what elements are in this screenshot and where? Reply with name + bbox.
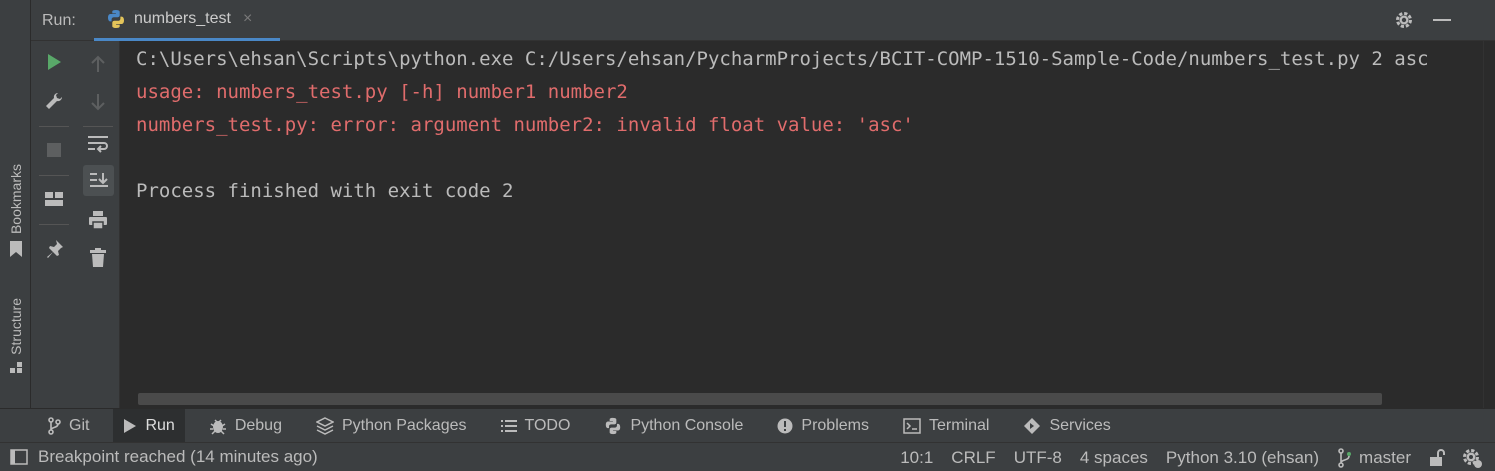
git-branch-icon <box>1338 447 1352 468</box>
layers-icon <box>315 416 334 435</box>
bookmarks-label: Bookmarks <box>7 164 24 235</box>
scroll-up-button[interactable] <box>83 49 113 79</box>
python-file-icon <box>108 10 124 28</box>
alert-icon <box>777 418 793 433</box>
tool-todo[interactable]: TODO <box>491 409 581 443</box>
run-window-title: Run: <box>42 12 76 29</box>
bookmarks-stripe-button[interactable]: Bookmarks <box>0 164 31 258</box>
tool-python-console[interactable]: Python Console <box>594 409 753 443</box>
tool-python-console-label: Python Console <box>630 416 744 434</box>
left-tool-stripe: Bookmarks Structure <box>0 0 31 408</box>
tool-terminal[interactable]: Terminal <box>893 409 999 443</box>
terminal-icon <box>903 417 921 434</box>
status-bar: Breakpoint reached (14 minutes ago) 10:1… <box>0 442 1495 471</box>
list-icon <box>500 419 517 432</box>
tool-services-label: Services <box>1049 416 1111 434</box>
gear-icon[interactable] <box>1393 9 1415 31</box>
python-icon <box>606 417 621 434</box>
inspection-settings-icon[interactable] <box>1461 447 1483 469</box>
services-icon <box>1024 417 1041 434</box>
bottom-tool-stripe: Git Run Debug Python Packages TODO Pytho… <box>0 408 1495 443</box>
tool-git-label: Git <box>69 416 90 434</box>
vertical-scrollbar[interactable] <box>1483 41 1495 408</box>
structure-label: Structure <box>7 298 24 355</box>
clear-all-button[interactable] <box>83 243 113 273</box>
line-separator[interactable]: CRLF <box>951 448 995 468</box>
run-play-icon <box>48 54 61 70</box>
console-error-line: numbers_test.py: error: argument number2… <box>136 114 914 136</box>
soft-wrap-button[interactable] <box>83 129 113 159</box>
git-branch-label: master <box>1359 447 1411 467</box>
printer-icon <box>89 211 107 230</box>
stop-icon <box>47 143 61 157</box>
stop-button[interactable] <box>39 135 69 165</box>
run-toolbar-secondary <box>77 41 120 408</box>
layout-icon <box>45 192 63 206</box>
status-message[interactable]: Breakpoint reached (14 minutes ago) <box>38 447 318 467</box>
tab-numbers-test[interactable]: numbers_test × <box>94 0 280 41</box>
tool-run-label: Run <box>145 416 175 434</box>
tool-problems-label: Problems <box>801 416 869 434</box>
pin-icon <box>47 240 63 258</box>
structure-icon <box>9 361 22 373</box>
bug-icon <box>209 418 226 435</box>
wrench-icon <box>46 92 63 109</box>
tool-problems[interactable]: Problems <box>767 409 879 443</box>
toolbar-separator <box>39 175 69 176</box>
print-button[interactable] <box>83 205 113 235</box>
console-exit-line: Process finished with exit code 2 <box>136 180 514 202</box>
tool-terminal-label: Terminal <box>928 416 990 434</box>
git-branch-widget[interactable]: master <box>1337 448 1411 468</box>
git-branch-icon <box>48 416 61 435</box>
edit-configuration-button[interactable] <box>39 86 69 116</box>
tab-label: numbers_test <box>134 10 231 27</box>
arrow-up-icon <box>91 55 105 72</box>
trash-icon <box>90 248 106 267</box>
rerun-button[interactable] <box>39 47 69 77</box>
bookmark-icon <box>9 241 22 258</box>
minimize-icon[interactable] <box>1431 9 1453 31</box>
file-encoding[interactable]: UTF-8 <box>1014 448 1062 468</box>
scroll-to-end-button[interactable] <box>83 165 114 196</box>
close-icon[interactable]: × <box>243 10 252 28</box>
status-widgets: 10:1 CRLF UTF-8 4 spaces Python 3.10 (eh… <box>900 443 1495 471</box>
pin-tab-button[interactable] <box>39 234 69 264</box>
tool-git[interactable]: Git <box>37 409 99 443</box>
tool-services[interactable]: Services <box>1013 409 1120 443</box>
python-interpreter[interactable]: Python 3.10 (ehsan) <box>1166 448 1319 468</box>
unlock-icon[interactable] <box>1429 448 1445 467</box>
run-tool-window-header: Run: numbers_test × <box>31 0 1495 41</box>
scroll-down-button[interactable] <box>83 87 113 117</box>
console-output[interactable]: C:\Users\ehsan\Scripts\python.exe C:/Use… <box>120 41 1483 408</box>
console-error-line: usage: numbers_test.py [-h] number1 numb… <box>136 81 628 103</box>
horizontal-scrollbar[interactable] <box>138 393 1382 405</box>
tool-debug[interactable]: Debug <box>199 409 292 443</box>
arrow-down-icon <box>91 94 105 111</box>
console-command-line: C:\Users\ehsan\Scripts\python.exe C:/Use… <box>136 48 1429 70</box>
structure-stripe-button[interactable]: Structure <box>0 298 31 375</box>
tool-python-packages[interactable]: Python Packages <box>306 409 477 443</box>
run-toolbar-primary <box>31 41 77 408</box>
tool-python-packages-label: Python Packages <box>341 416 467 434</box>
toolbar-separator <box>83 126 113 127</box>
scroll-to-end-icon <box>89 172 108 187</box>
indent-setting[interactable]: 4 spaces <box>1080 448 1148 468</box>
toggle-tool-windows-icon[interactable] <box>10 449 28 465</box>
restore-layout-button[interactable] <box>39 184 69 214</box>
caret-position[interactable]: 10:1 <box>900 448 933 468</box>
tool-todo-label: TODO <box>524 416 571 434</box>
tool-debug-label: Debug <box>234 416 282 434</box>
run-play-icon <box>124 418 137 433</box>
tool-run[interactable]: Run <box>113 408 185 443</box>
toolbar-separator <box>39 126 69 127</box>
soft-wrap-icon <box>88 136 108 153</box>
toolbar-separator <box>39 224 69 225</box>
